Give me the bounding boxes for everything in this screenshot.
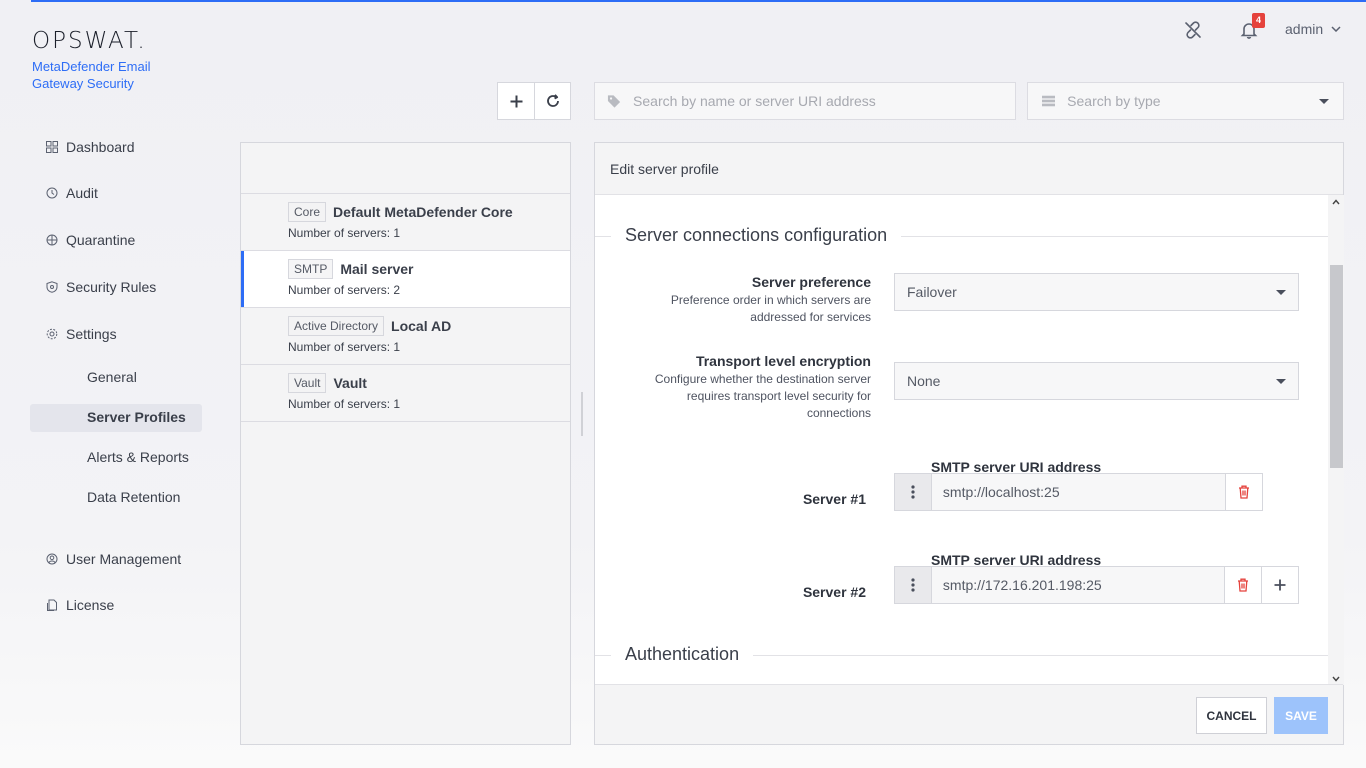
server-2-row: smtp://172.16.201.198:25 — [894, 566, 1299, 604]
profile-item-active-directory[interactable]: Active Directory Local AD Number of serv… — [241, 308, 570, 365]
server-preference-select[interactable]: Failover — [894, 273, 1299, 311]
nav-settings-general[interactable]: General — [87, 369, 137, 385]
nav-license[interactable]: License — [46, 594, 114, 616]
audit-icon — [46, 187, 58, 199]
edit-profile-panel: Edit server profile Server connections c… — [594, 142, 1344, 745]
nav-security-rules[interactable]: Security Rules — [46, 276, 156, 298]
profile-server-count: Number of servers: 1 — [288, 397, 401, 411]
user-name: admin — [1285, 21, 1324, 37]
search-name-field — [594, 82, 1016, 120]
transport-encryption-description: Configure whether the destination server… — [654, 372, 871, 420]
nav-audit[interactable]: Audit — [46, 182, 98, 204]
delete-server-1-button[interactable] — [1225, 474, 1263, 510]
quarantine-icon — [46, 234, 58, 246]
drag-handle-icon[interactable] — [895, 474, 932, 510]
profile-item-smtp[interactable]: SMTP Mail server Number of servers: 2 — [241, 251, 570, 308]
server-1-label: Server #1 — [802, 491, 866, 507]
profile-name: Local AD — [391, 318, 452, 334]
drag-handle-icon[interactable] — [895, 567, 932, 603]
product-name: MetaDefender Email Gateway Security — [32, 59, 151, 91]
profile-name: Vault — [333, 375, 367, 391]
profile-type-tag: Core — [288, 202, 327, 222]
nav-settings-data-retention[interactable]: Data Retention — [87, 489, 180, 505]
profile-name: Default MetaDefender Core — [333, 204, 513, 220]
profile-type-tag: Active Directory — [288, 316, 385, 336]
caret-down-icon — [1276, 289, 1286, 295]
profile-list-panel: Core Default MetaDefender Core Number of… — [240, 142, 571, 745]
scroll-thumb[interactable] — [1330, 265, 1343, 468]
nav-settings-server-profiles[interactable]: Server Profiles — [87, 409, 186, 425]
add-profile-button[interactable] — [498, 83, 534, 119]
section-title-connections: Server connections configuration — [611, 225, 902, 246]
profile-type-tag: SMTP — [288, 259, 334, 279]
profile-server-count: Number of servers: 1 — [288, 340, 401, 354]
top-accent-line — [31, 0, 1366, 2]
brand-logo[interactable]: OPSWAT. MetaDefender Email Gateway Secur… — [32, 28, 151, 92]
tag-icon — [607, 94, 621, 108]
form-scrollbar[interactable] — [1328, 195, 1344, 685]
server-1-row: smtp://localhost:25 — [894, 473, 1263, 511]
cancel-button[interactable]: CANCEL — [1196, 697, 1267, 734]
section-title-authentication: Authentication — [611, 644, 754, 665]
server-preference-label: Server preference Preference order in wh… — [631, 274, 871, 326]
profile-item-vault[interactable]: Vault Vault Number of servers: 1 — [241, 365, 570, 422]
list-toolbar — [497, 82, 571, 120]
server-2-label: Server #2 — [802, 584, 866, 600]
notification-badge: 4 — [1252, 13, 1265, 28]
server-1-uri-input[interactable]: smtp://localhost:25 — [932, 474, 1225, 510]
refresh-button[interactable] — [534, 83, 570, 119]
type-filter-input[interactable] — [1067, 93, 1319, 109]
chevron-down-icon — [1331, 26, 1341, 32]
edit-panel-title: Edit server profile — [595, 143, 1343, 195]
unlink-icon[interactable] — [1181, 18, 1205, 42]
edit-footer: CANCEL SAVE — [595, 684, 1343, 744]
grid-icon — [46, 141, 58, 153]
user-icon — [46, 553, 58, 565]
panel-resize-handle[interactable] — [581, 392, 583, 436]
nav-settings[interactable]: Settings — [46, 323, 117, 345]
gear-icon — [46, 328, 58, 340]
caret-down-icon — [1276, 378, 1286, 384]
scroll-down-icon[interactable] — [1332, 674, 1340, 684]
profile-list-header — [241, 143, 570, 194]
nav-user-management[interactable]: User Management — [46, 548, 181, 570]
save-button[interactable]: SAVE — [1274, 697, 1328, 734]
trash-icon — [1238, 578, 1249, 592]
type-filter-select[interactable] — [1027, 82, 1344, 120]
search-name-input[interactable] — [633, 93, 1015, 109]
profile-server-count: Number of servers: 2 — [288, 283, 401, 297]
logo-wordmark: OPSWAT. — [32, 28, 147, 54]
plus-icon — [510, 95, 522, 107]
delete-server-2-button[interactable] — [1224, 567, 1262, 603]
license-icon — [47, 599, 57, 611]
trash-icon — [1239, 485, 1250, 499]
nav-quarantine[interactable]: Quarantine — [46, 229, 135, 251]
transport-encryption-select[interactable]: None — [894, 362, 1299, 400]
nav-dashboard[interactable]: Dashboard — [46, 136, 135, 158]
profile-server-count: Number of servers: 1 — [288, 226, 401, 240]
profile-item-core[interactable]: Core Default MetaDefender Core Number of… — [241, 194, 570, 251]
profile-name: Mail server — [340, 261, 414, 277]
nav-settings-alerts-reports[interactable]: Alerts & Reports — [87, 449, 189, 465]
edit-form: Server connections configuration Server … — [595, 195, 1328, 685]
profile-type-tag: Vault — [288, 373, 327, 393]
list-icon — [1042, 95, 1056, 107]
plus-icon — [1274, 579, 1286, 591]
transport-encryption-label: Transport level encryption Configure whe… — [631, 353, 871, 422]
scroll-up-icon[interactable] — [1332, 197, 1340, 207]
server-preference-description: Preference order in which servers are ad… — [670, 293, 871, 324]
user-menu[interactable]: admin — [1285, 21, 1341, 37]
add-server-button[interactable] — [1261, 567, 1298, 603]
refresh-icon — [546, 94, 559, 107]
shield-icon — [46, 281, 58, 293]
server-2-uri-input[interactable]: smtp://172.16.201.198:25 — [932, 567, 1224, 603]
caret-down-icon — [1319, 98, 1329, 104]
